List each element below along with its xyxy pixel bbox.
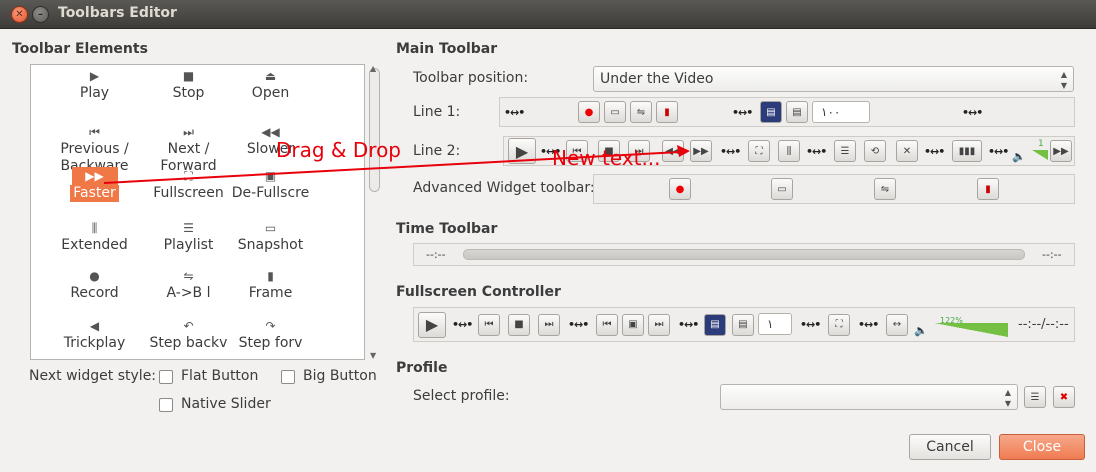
drag-arrow [103,145,690,184]
new-text-annotation: New text... [552,146,661,170]
drag-drop-annotation: Drag & Drop [276,138,401,162]
